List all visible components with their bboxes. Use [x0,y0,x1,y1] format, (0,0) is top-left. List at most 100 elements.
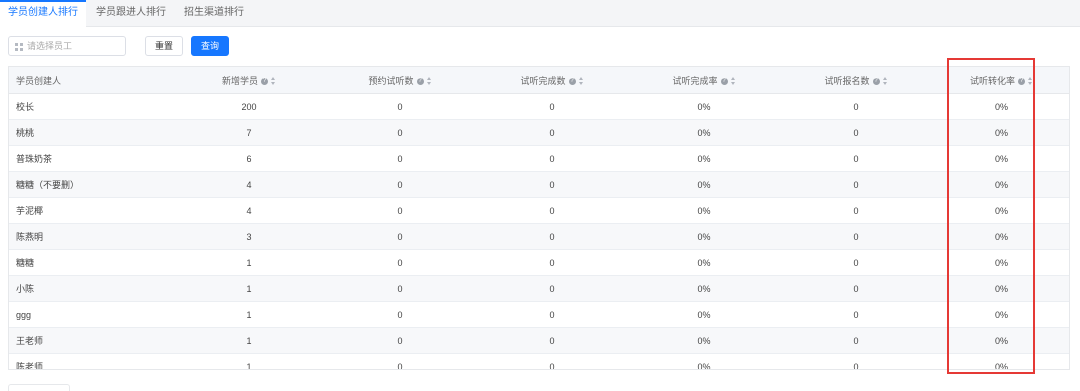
question-circle-icon[interactable]: ? [261,77,268,85]
table-cell: 0% [628,145,780,172]
table-cell: 0% [628,197,780,224]
column-header-label: 新增学员 [221,75,258,86]
column-header-label: 学员创建人 [16,75,62,86]
tab-channel-ranking[interactable]: 招生渠道排行 [174,0,254,26]
creator-name-cell: 普珠奶茶 [9,145,174,172]
table-cell: 0 [476,223,628,250]
table-cell: 0% [628,119,780,146]
table-row: 校长 200 0 0 0% 0 0% [9,93,1069,120]
table-cell: 200 [174,93,324,120]
creator-name-cell: 陈燕明 [9,223,174,250]
column-header-label: 试听完成数 [520,75,566,86]
table-cell: 0% [932,301,1069,328]
table-cell: 4 [174,171,324,198]
sort-caret-icon[interactable] [426,77,432,86]
table-cell: 0 [476,353,628,369]
table-cell: 0 [476,93,628,120]
table-cell: 0% [628,171,780,198]
table-cell: 0% [932,197,1069,224]
table-cell: 0 [780,197,932,224]
table-cell: 0 [780,145,932,172]
table-cell: 0% [932,275,1069,302]
sort-caret-icon[interactable] [578,77,584,86]
table-row: 王老师 1 0 0 0% 0 0% [9,327,1069,354]
creator-name-cell: ggg [9,301,174,328]
tab-creator-ranking[interactable]: 学员创建人排行 [0,0,86,27]
ranking-table: 学员创建人 新增学员? 预约试听数? 试听完成数? 试听完成率? 试听报名数? 试听转化率?… [8,66,1070,370]
table-cell: 0 [324,93,476,120]
table-cell: 0% [628,223,780,250]
creator-name-cell: 王老师 [9,327,174,354]
table-cell: 0 [324,171,476,198]
creator-name-cell: 芋泥椰 [9,197,174,224]
creator-name-cell: 小陈 [9,275,174,302]
table-cell: 0% [932,171,1069,198]
creator-name-cell: 糖糖（不要删） [9,171,174,198]
column-header[interactable]: 试听完成率? [628,67,780,94]
grid-icon [15,42,23,51]
column-header-label: 试听转化率 [969,75,1015,86]
question-circle-icon[interactable]: ? [872,77,880,85]
sort-caret-icon[interactable] [882,77,888,86]
table-cell: 0 [780,353,932,369]
table-cell: 0 [780,249,932,276]
column-header[interactable]: 试听报名数? [780,67,932,94]
table-cell: 0 [476,249,628,276]
filter-bar: 请选择员工 重置 查询 [0,27,1080,63]
table-cell: 3 [174,223,324,250]
table-cell: 0 [780,119,932,146]
table-cell: 6 [174,145,324,172]
column-header: 学员创建人 [9,67,174,94]
table-cell: 0% [932,145,1069,172]
creator-name-cell: 糖糖 [9,249,174,276]
column-header[interactable]: 新增学员? [174,67,324,94]
table-row: ggg 1 0 0 0% 0 0% [9,301,1069,328]
table-cell: 0 [324,197,476,224]
table-cell: 0% [628,93,780,120]
table-row: 桃桃 7 0 0 0% 0 0% [9,119,1069,146]
question-circle-icon[interactable]: ? [568,77,576,85]
table-row: 陈燕明 3 0 0 0% 0 0% [9,223,1069,250]
table-cell: 0% [628,301,780,328]
column-header-label: 试听完成率 [672,75,718,86]
table-cell: 0 [324,223,476,250]
sort-caret-icon[interactable] [730,77,736,86]
tab-follower-ranking[interactable]: 学员跟进人排行 [88,0,174,26]
table-cell: 0 [780,275,932,302]
table-cell: 0 [476,327,628,354]
table-cell: 1 [174,301,324,328]
table-cell: 1 [174,249,324,276]
table-cell: 0 [324,353,476,369]
table-header-row: 学员创建人 新增学员? 预约试听数? 试听完成数? 试听完成率? 试听报名数? 试听转化率? [9,67,1069,94]
employee-select[interactable]: 请选择员工 [8,36,126,56]
table-cell: 0% [628,353,780,369]
table-cell: 0 [324,249,476,276]
tab-bar: 学员创建人排行 学员跟进人排行 招生渠道排行 [0,0,1080,27]
query-button[interactable]: 查询 [191,36,229,56]
table-row: 普珠奶茶 6 0 0 0% 0 0% [9,145,1069,172]
table-cell: 0% [932,223,1069,250]
sort-caret-icon[interactable] [1028,77,1033,86]
table-cell: 0% [932,93,1069,120]
table-cell: 0 [476,275,628,302]
column-header[interactable]: 试听转化率? [932,67,1069,94]
column-header[interactable]: 预约试听数? [324,67,476,94]
table-cell: 1 [174,275,324,302]
table-cell: 7 [174,119,324,146]
reset-button[interactable]: 重置 [145,36,183,56]
table-cell: 0 [476,171,628,198]
creator-name-cell: 陈老师 [9,353,174,369]
table-cell: 0 [324,301,476,328]
column-header-label: 试听报名数 [824,75,870,86]
question-circle-icon[interactable]: ? [1018,77,1025,85]
sort-caret-icon[interactable] [271,77,276,86]
question-circle-icon[interactable]: ? [416,77,424,85]
table-cell: 0% [932,353,1069,369]
question-circle-icon[interactable]: ? [720,77,728,85]
pagination [8,384,70,391]
table-cell: 0% [932,327,1069,354]
table-cell: 0 [780,301,932,328]
column-header[interactable]: 试听完成数? [476,67,628,94]
creator-name-cell: 校长 [9,93,174,120]
table-body: 校长 200 0 0 0% 0 0% 桃桃 7 0 0 0% 0 0% 普珠奶茶 6 0 0 0% 0 0% 糖糖（不要删… [9,93,1069,369]
